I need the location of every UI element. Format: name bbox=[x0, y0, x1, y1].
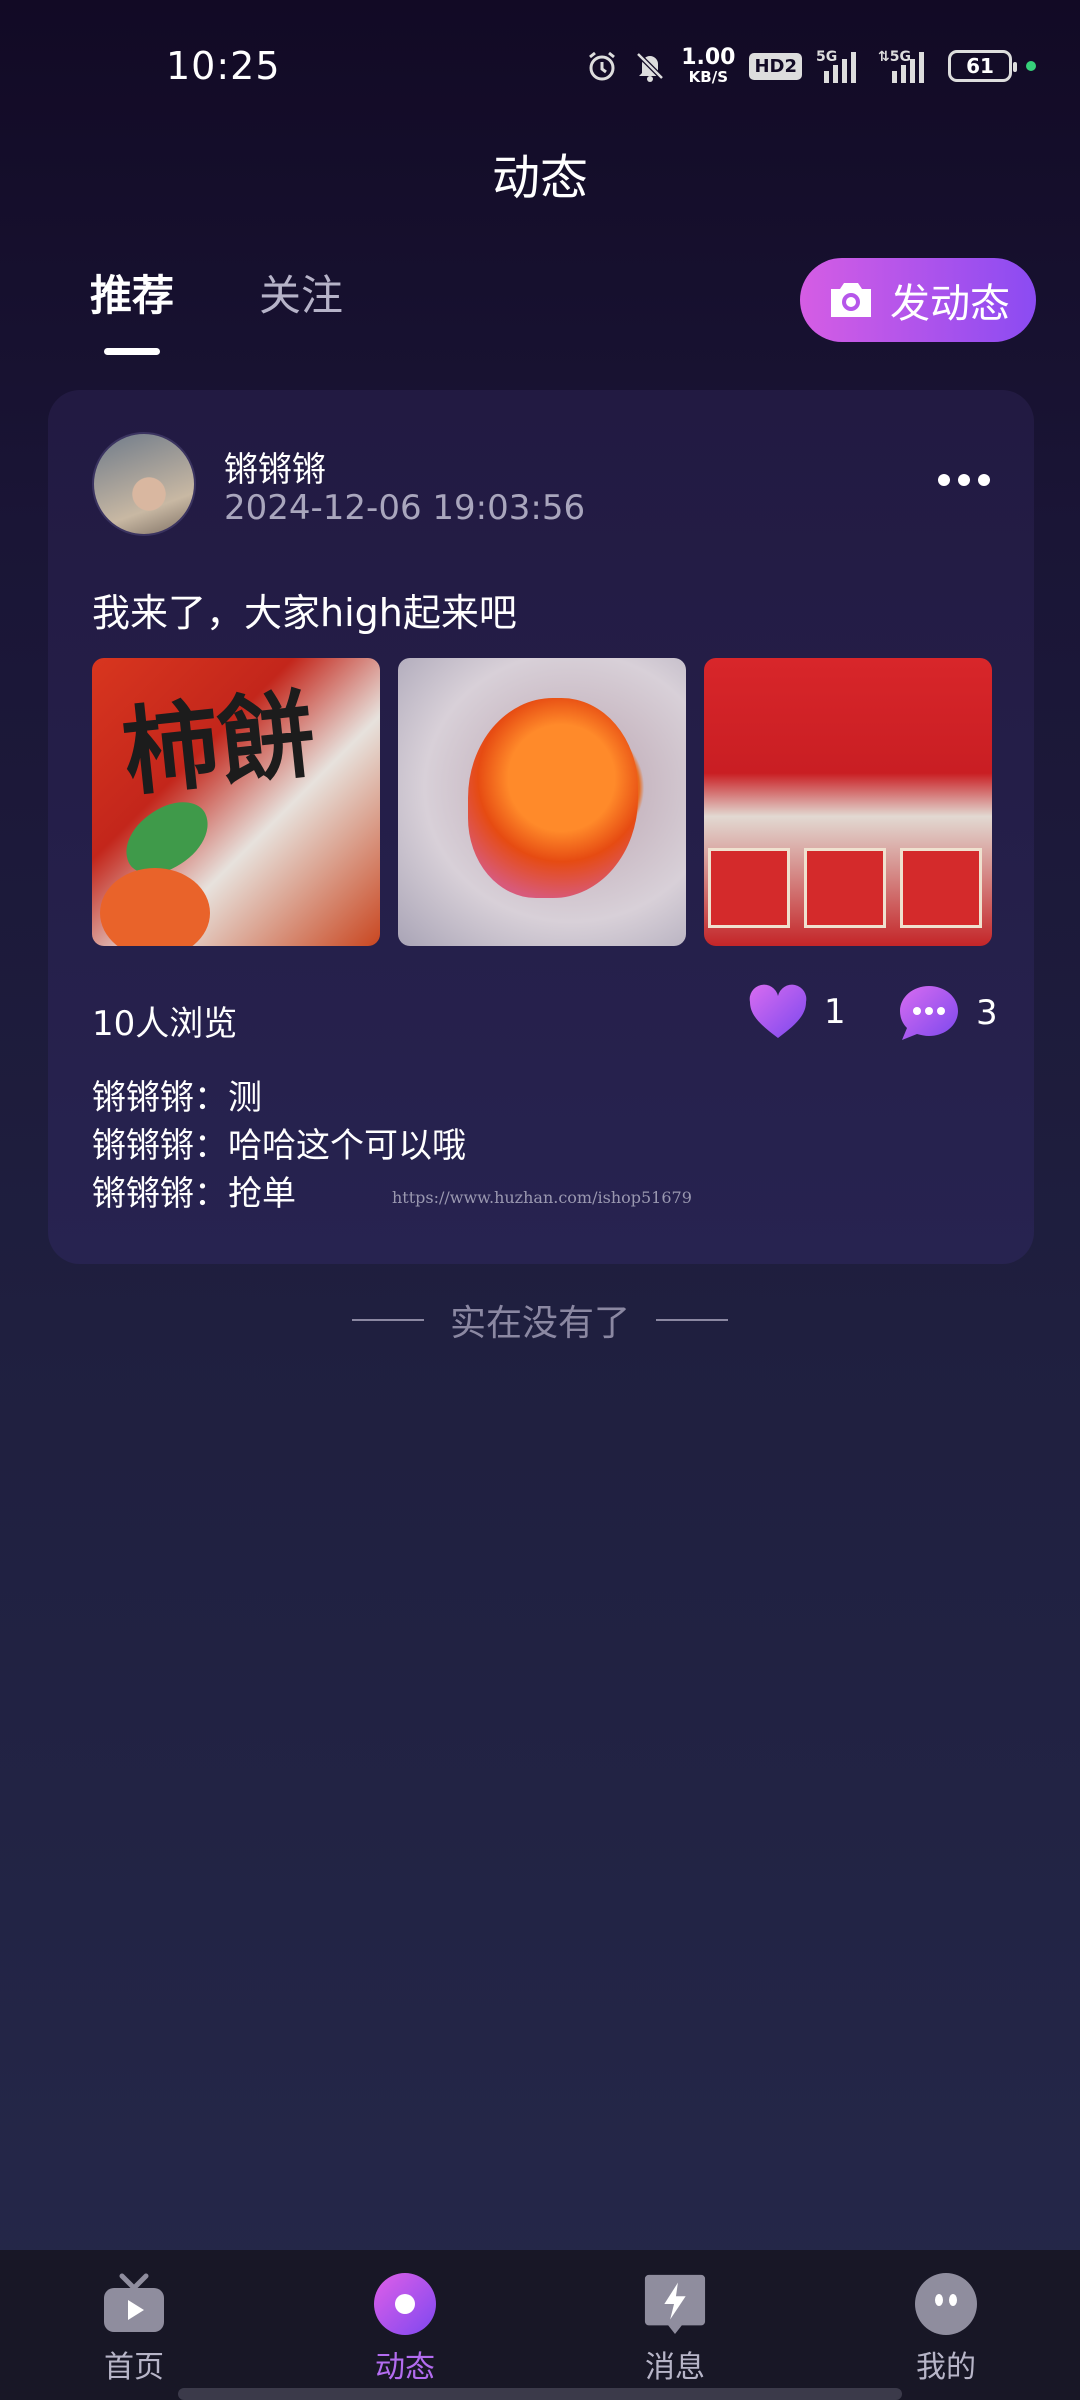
more-options-icon[interactable] bbox=[938, 474, 990, 486]
avatar[interactable] bbox=[92, 432, 196, 536]
post-text: 我来了，大家high起来吧 bbox=[92, 591, 517, 635]
comment-item[interactable]: 锵锵锵：测 bbox=[92, 1074, 466, 1122]
feed-tabs: 推荐 关注 bbox=[90, 262, 343, 355]
end-note-text: 实在没有了 bbox=[449, 1303, 630, 1344]
active-tab-indicator bbox=[104, 348, 160, 355]
bottom-nav: 首页 动态 消息 我的 bbox=[0, 2250, 1080, 2400]
svg-text:5G: 5G bbox=[816, 49, 837, 65]
face-icon bbox=[914, 2272, 978, 2336]
nav-profile[interactable]: 我的 bbox=[866, 2272, 1026, 2386]
hd-badge: HD2 bbox=[749, 52, 802, 80]
view-count: 10人浏览 bbox=[92, 1004, 238, 1044]
alarm-icon bbox=[585, 49, 619, 83]
comment-count: 3 bbox=[976, 993, 998, 1033]
nav-moments[interactable]: 动态 bbox=[325, 2272, 485, 2386]
privacy-indicator-dot bbox=[1026, 61, 1036, 71]
post-user-name[interactable]: 锵锵锵 bbox=[224, 442, 326, 491]
nav-messages[interactable]: 消息 bbox=[595, 2272, 755, 2386]
fruit-shape bbox=[100, 868, 210, 946]
network-speed: 1.00 KB/S bbox=[681, 45, 736, 86]
home-indicator[interactable] bbox=[178, 2388, 902, 2400]
persimmon-shape bbox=[468, 698, 638, 898]
page-title: 动态 bbox=[491, 150, 588, 206]
tab-recommended[interactable]: 推荐 bbox=[90, 262, 174, 355]
end-of-list-note: 实在没有了 bbox=[0, 1294, 1080, 1346]
lightning-bubble-icon bbox=[643, 2272, 707, 2336]
gift-box bbox=[804, 848, 886, 928]
mute-bell-icon bbox=[633, 49, 667, 83]
status-bar: 10:25 1.00 KB/S HD2 5G ⇅5G 61 bbox=[0, 0, 1080, 130]
gift-box bbox=[900, 848, 982, 928]
post-photo-3[interactable] bbox=[704, 658, 992, 946]
signal-5g-icon-2: ⇅5G bbox=[878, 47, 934, 85]
divider-line bbox=[351, 1319, 424, 1321]
comment-item[interactable]: 锵锵锵：哈哈这个可以哦 bbox=[92, 1122, 466, 1170]
svg-text:⇅5G: ⇅5G bbox=[878, 49, 911, 65]
camera-icon bbox=[826, 279, 876, 321]
signal-5g-icon: 5G bbox=[816, 47, 864, 85]
post-photo-2[interactable] bbox=[398, 658, 686, 946]
watermark-url: https://www.huzhan.com/ishop51679 bbox=[392, 1188, 692, 1207]
tv-icon bbox=[102, 2272, 166, 2336]
gift-box bbox=[708, 848, 790, 928]
divider-line bbox=[656, 1319, 728, 1321]
heart-icon bbox=[748, 984, 808, 1040]
post-card[interactable]: 锵锵锵 2024-12-06 19:03:56 我来了，大家high起来吧 柿餅… bbox=[48, 390, 1034, 1264]
post-time: 2024-12-06 19:03:56 bbox=[224, 488, 586, 528]
post-photos: 柿餅 bbox=[92, 658, 992, 946]
nav-home[interactable]: 首页 bbox=[54, 2272, 214, 2386]
post-photo-1[interactable]: 柿餅 bbox=[92, 658, 380, 946]
comment-button[interactable]: 3 bbox=[898, 984, 998, 1042]
battery-icon: 61 bbox=[948, 50, 1017, 82]
new-post-button[interactable]: 发动态 bbox=[800, 258, 1036, 342]
status-time: 10:25 bbox=[166, 44, 281, 88]
like-count: 1 bbox=[824, 992, 846, 1032]
new-post-label: 发动态 bbox=[890, 281, 1010, 327]
comment-bubble-icon bbox=[898, 984, 960, 1042]
battery-level: 61 bbox=[966, 54, 994, 78]
status-icons: 1.00 KB/S HD2 5G ⇅5G 61 bbox=[585, 44, 1036, 88]
tab-following[interactable]: 关注 bbox=[259, 262, 343, 323]
circle-dot-icon bbox=[373, 2272, 437, 2336]
photo-1-text: 柿餅 bbox=[117, 678, 321, 810]
like-button[interactable]: 1 bbox=[748, 984, 846, 1040]
